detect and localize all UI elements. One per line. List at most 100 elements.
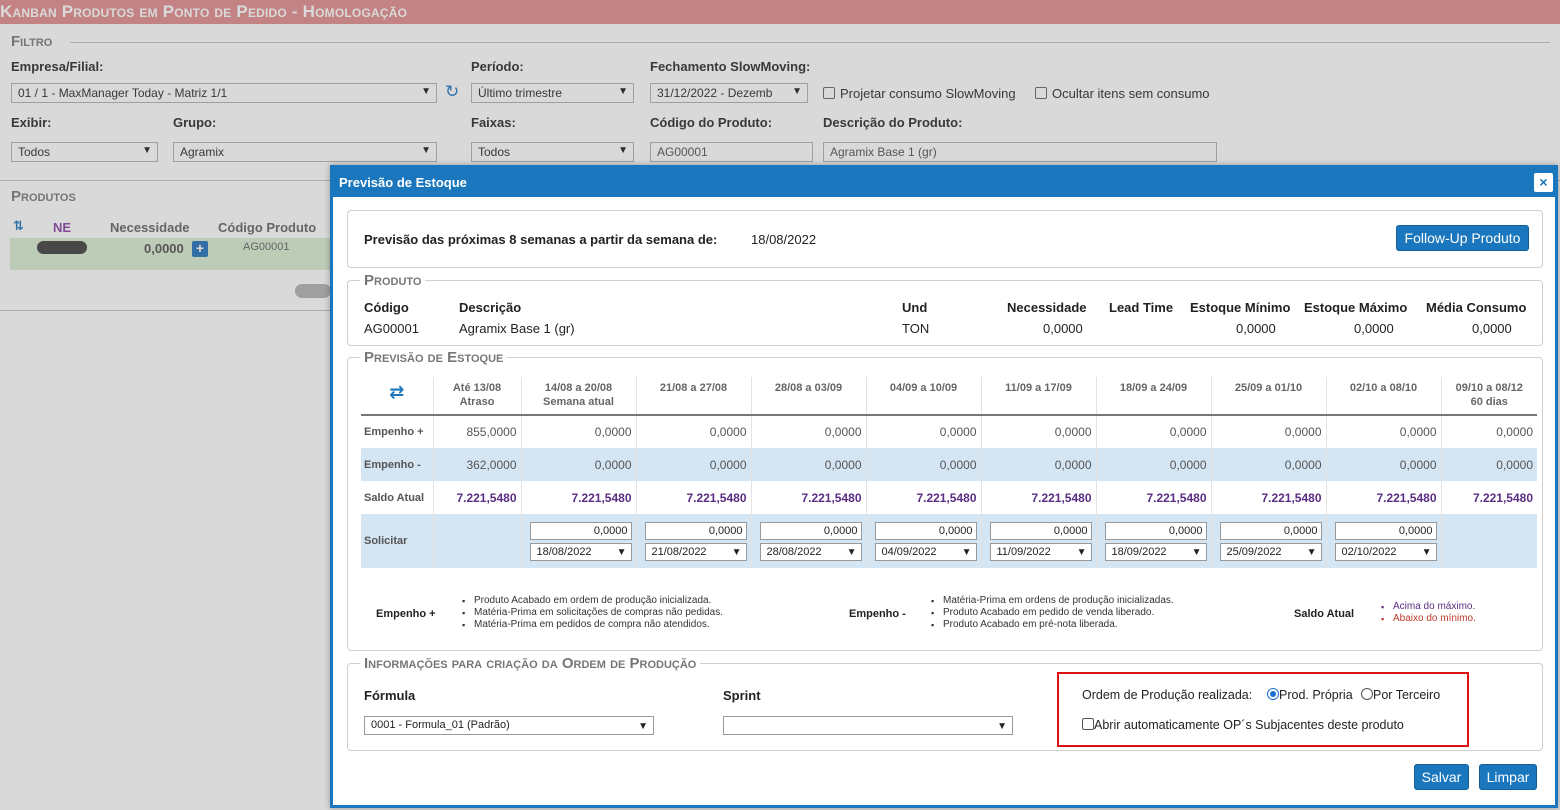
solicitar-date-select[interactable]: 21/08/2022 ▼ <box>644 542 747 561</box>
row-empenho-mais: Empenho + 855,0000 0,0000 0,0000 0,0000 … <box>361 415 1537 448</box>
intro-label: Previsão das próximas 8 semanas a partir… <box>364 232 718 247</box>
h-estoque-minimo: Estoque Mínimo <box>1190 300 1291 315</box>
abrir-op-checkbox[interactable]: Abrir automaticamente OP´s Subjacentes d… <box>1082 718 1404 732</box>
previsao-estoque-dialog: Previsão de Estoque × Previsão das próxi… <box>330 165 1558 808</box>
row-label: Empenho - <box>361 448 433 481</box>
list-item: Matéria-Prima em solicitações de compras… <box>460 607 723 619</box>
legend-saldo-label: Saldo Atual <box>1294 608 1355 620</box>
col-header: 02/10 a 08/10 <box>1325 377 1441 416</box>
v-estoque-maximo: 0,0000 <box>1354 321 1394 336</box>
solicitar-qty-input[interactable]: 0,0000 <box>529 521 632 540</box>
cell: 0,0000 <box>1210 448 1326 481</box>
cell: 0,0000 11/09/2022 ▼ <box>980 514 1096 568</box>
row-label: Solicitar <box>361 514 433 568</box>
cell: 0,0000 <box>1095 448 1211 481</box>
chevron-down-icon: ▼ <box>997 721 1007 732</box>
cell: 0,0000 <box>1325 415 1441 448</box>
chevron-down-icon: ▼ <box>846 546 857 558</box>
cell: 0,0000 <box>750 448 866 481</box>
col-header: 14/08 a 20/08 Semana atual <box>520 377 636 416</box>
cell: 7.221,5480 <box>1095 481 1211 514</box>
refresh-icon[interactable]: ⇄ <box>361 377 433 416</box>
cell: 7.221,5480 <box>1440 481 1537 514</box>
sprint-select[interactable]: ▼ <box>723 716 1013 735</box>
list-item: Matéria-Prima em pedidos de compra não a… <box>460 619 723 631</box>
cell: 0,0000 28/08/2022 ▼ <box>750 514 866 568</box>
legend-empenho-mais-label: Empenho + <box>376 608 436 620</box>
list-item: Produto Acabado em pré-nota liberada. <box>929 619 1174 631</box>
row-solicitar: Solicitar 0,0000 18/08/2022 ▼ 0,0000 21/08/… <box>361 514 1537 568</box>
cell: 7.221,5480 <box>520 481 636 514</box>
cell: 7.221,5480 <box>432 481 521 514</box>
cell: 0,0000 <box>865 448 981 481</box>
list-item: Acima do máximo. <box>1379 601 1476 613</box>
row-saldo-atual: Saldo Atual 7.221,5480 7.221,5480 7.221,… <box>361 481 1537 514</box>
produto-panel: Produto Código Descrição Und Necessidade… <box>347 272 1543 346</box>
list-item: Produto Acabado em pedido de venda liber… <box>929 607 1174 619</box>
cell: 0,0000 <box>635 415 751 448</box>
solicitar-date-select[interactable]: 28/08/2022 ▼ <box>759 542 862 561</box>
list-item: Matéria-Prima em ordens de produção inic… <box>929 595 1174 607</box>
limpar-button[interactable]: Limpar <box>1479 764 1537 790</box>
cell: 7.221,5480 <box>635 481 751 514</box>
cell: 0,0000 <box>1095 415 1211 448</box>
radio-por-terceiro[interactable]: Por Terceiro <box>1361 688 1440 702</box>
solicitar-qty-input[interactable]: 0,0000 <box>1334 521 1437 540</box>
formula-select[interactable]: 0001 - Formula_01 (Padrão) ▼ <box>364 716 654 735</box>
solicitar-qty-input[interactable]: 0,0000 <box>759 521 862 540</box>
list-item: Produto Acabado em ordem de produção ini… <box>460 595 723 607</box>
v-descricao: Agramix Base 1 (gr) <box>459 321 575 336</box>
solicitar-qty-input[interactable]: 0,0000 <box>1219 521 1322 540</box>
cell <box>432 514 521 568</box>
solicitar-qty-input[interactable]: 0,0000 <box>644 521 747 540</box>
chevron-down-icon: ▼ <box>1306 546 1317 558</box>
cell: 7.221,5480 <box>1210 481 1326 514</box>
solicitar-date-select[interactable]: 25/09/2022 ▼ <box>1219 542 1322 561</box>
dialog-title: Previsão de Estoque <box>333 168 1555 197</box>
legend-saldo-list: Acima do máximo. Abaixo do mínimo. <box>1379 601 1476 625</box>
op-label: Ordem de Produção realizada: <box>1082 688 1253 702</box>
intro-date: 18/08/2022 <box>751 232 817 247</box>
cell: 0,0000 <box>1210 415 1326 448</box>
cell: 0,0000 <box>520 415 636 448</box>
checkbox-icon <box>1082 718 1094 730</box>
cell: 7.221,5480 <box>865 481 981 514</box>
cell: 0,0000 <box>1325 448 1441 481</box>
cell: 0,0000 25/09/2022 ▼ <box>1210 514 1326 568</box>
h-lead-time: Lead Time <box>1109 300 1174 315</box>
v-und: TON <box>902 321 930 336</box>
cell: 855,0000 <box>432 415 521 448</box>
close-icon[interactable]: × <box>1534 173 1553 192</box>
radio-prod-propria[interactable]: Prod. Própria <box>1267 688 1353 702</box>
chevron-down-icon: ▼ <box>1191 546 1202 558</box>
col-header: 28/08 a 03/09 <box>750 377 866 416</box>
cell: 0,0000 <box>865 415 981 448</box>
col-header: 21/08 a 27/08 <box>635 377 751 416</box>
solicitar-date-select[interactable]: 18/08/2022 ▼ <box>529 542 632 561</box>
legend-empenho-menos-label: Empenho - <box>849 608 906 620</box>
cell: 0,0000 <box>1440 415 1537 448</box>
forecast-table: ⇄ Até 13/08 Atraso 14/08 a 20/08 Semana at… <box>361 377 1537 568</box>
row-label: Saldo Atual <box>364 491 425 504</box>
solicitar-qty-input[interactable]: 0,0000 <box>874 521 977 540</box>
list-item: Abaixo do mínimo. <box>1379 613 1476 625</box>
h-necessidade: Necessidade <box>1007 300 1087 315</box>
solicitar-date-select[interactable]: 18/09/2022 ▼ <box>1104 542 1207 561</box>
solicitar-date-select[interactable]: 11/09/2022 ▼ <box>989 542 1092 561</box>
solicitar-qty-input[interactable]: 0,0000 <box>1104 521 1207 540</box>
cell: 7.221,5480 <box>980 481 1096 514</box>
solicitar-date-select[interactable]: 02/10/2022 ▼ <box>1334 542 1437 561</box>
solicitar-qty-input[interactable]: 0,0000 <box>989 521 1092 540</box>
cell: 0,0000 <box>520 448 636 481</box>
cell: 7.221,5480 <box>750 481 866 514</box>
v-codigo: AG00001 <box>364 321 419 336</box>
col-header: Até 13/08 Atraso <box>432 377 521 416</box>
cell: 7.221,5480 <box>1325 481 1441 514</box>
col-header: 09/10 a 08/12 60 dias <box>1440 377 1537 416</box>
h-estoque-maximo: Estoque Máximo <box>1304 300 1408 315</box>
h-und: Und <box>902 300 928 315</box>
salvar-button[interactable]: Salvar <box>1414 764 1469 790</box>
col-header: 11/09 a 17/09 <box>980 377 1096 416</box>
solicitar-date-select[interactable]: 04/09/2022 ▼ <box>874 542 977 561</box>
follow-up-button[interactable]: Follow-Up Produto <box>1396 225 1529 251</box>
